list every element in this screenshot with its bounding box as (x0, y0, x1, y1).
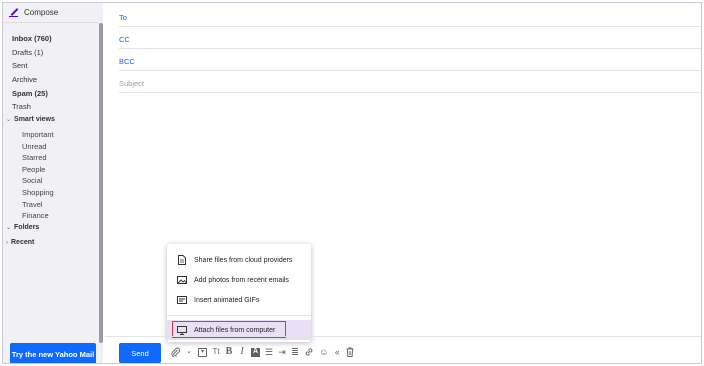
computer-icon (177, 325, 187, 335)
bcc-field[interactable]: BCC (119, 49, 701, 71)
subject-input[interactable] (149, 75, 689, 89)
sidebar-scrollbar[interactable] (99, 23, 103, 343)
indent-icon[interactable]: ⇥ (278, 346, 286, 358)
try-new-yahoo-mail-button[interactable]: Try the new Yahoo Mail (10, 343, 96, 363)
smart-view-social[interactable]: Social (22, 175, 54, 187)
cc-field[interactable]: CC (119, 27, 701, 49)
italic-icon[interactable]: I (238, 346, 246, 358)
folder-spam[interactable]: Spam (25) (12, 87, 52, 101)
toolbar-divider (105, 336, 701, 337)
folders-label: Folders (14, 224, 40, 231)
attach-from-computer-item[interactable]: Attach files from computer (167, 320, 311, 340)
collapse-icon[interactable]: « (333, 346, 341, 358)
compose-pen-icon (9, 8, 18, 17)
mail-window: Compose Inbox (760) Drafts (1) Sent Arch… (2, 2, 702, 364)
smart-view-finance[interactable]: Finance (22, 210, 54, 222)
align-icon[interactable]: ≣ (291, 346, 299, 358)
folder-inbox[interactable]: Inbox (760) (12, 32, 52, 46)
recent-toggle[interactable]: › Recent (6, 239, 34, 246)
chevron-right-icon: › (6, 239, 8, 246)
recent-label: Recent (11, 239, 35, 246)
send-button[interactable]: Send (119, 343, 161, 363)
insert-image-icon[interactable]: ▾ (198, 347, 207, 357)
share-cloud-files-item[interactable]: Share files from cloud providers (167, 250, 311, 270)
cloud-file-icon (177, 255, 187, 265)
chevron-down-icon: ⌄ (6, 117, 12, 123)
smart-views-toggle[interactable]: ⌄ Smart views (6, 116, 55, 123)
cc-input[interactable] (149, 31, 689, 45)
sidebar-divider (3, 22, 99, 23)
attach-dropdown-icon[interactable]: ⌄ (185, 346, 193, 358)
subject-field[interactable]: Subject (119, 71, 701, 93)
smart-view-important[interactable]: Important (22, 129, 54, 141)
bulleted-list-icon[interactable]: ☰ (265, 346, 273, 358)
smart-view-shopping[interactable]: Shopping (22, 187, 54, 199)
smart-views-label: Smart views (14, 116, 55, 123)
gif-icon (177, 296, 187, 305)
to-label: To (119, 13, 127, 22)
folder-drafts[interactable]: Drafts (1) (12, 46, 52, 60)
to-field[interactable]: To (119, 5, 701, 27)
smart-view-unread[interactable]: Unread (22, 141, 54, 153)
font-size-icon[interactable]: Tt (212, 346, 220, 358)
photo-icon (177, 276, 187, 285)
format-toolbar: ⌄ ▾ Tt B I A ☰ ⇥ ≣ ☺ « (171, 346, 354, 358)
to-input[interactable] (149, 9, 689, 23)
folder-sent[interactable]: Sent (12, 59, 52, 73)
emoji-icon[interactable]: ☺ (319, 346, 328, 358)
trash-icon[interactable] (346, 346, 354, 358)
bcc-label: BCC (119, 57, 135, 66)
attach-icon[interactable] (171, 346, 180, 358)
cc-label: CC (119, 35, 130, 44)
add-recent-photos-item[interactable]: Add photos from recent emails (167, 270, 311, 290)
bold-icon[interactable]: B (225, 346, 233, 358)
folder-list: Inbox (760) Drafts (1) Sent Archive Spam… (12, 32, 52, 114)
folders-toggle[interactable]: ⌄ Folders (6, 224, 39, 231)
smart-view-people[interactable]: People (22, 164, 54, 176)
compose-button[interactable]: Compose (9, 8, 58, 17)
folder-archive[interactable]: Archive (12, 73, 52, 87)
attach-menu: Share files from cloud providers Add pho… (167, 244, 311, 342)
smart-view-starred[interactable]: Starred (22, 152, 54, 164)
text-color-icon[interactable]: A (251, 347, 260, 357)
sidebar: Compose Inbox (760) Drafts (1) Sent Arch… (3, 3, 103, 363)
folder-trash[interactable]: Trash (12, 100, 52, 114)
insert-gifs-item[interactable]: Insert animated GIFs (167, 290, 311, 310)
smart-views-list: Important Unread Starred People Social S… (22, 129, 54, 222)
menu-divider (167, 315, 311, 316)
bcc-input[interactable] (149, 53, 689, 67)
subject-label: Subject (119, 79, 145, 88)
smart-view-travel[interactable]: Travel (22, 199, 54, 211)
chevron-down-icon: ⌄ (6, 225, 12, 231)
link-icon[interactable] (304, 346, 314, 358)
compose-label: Compose (24, 8, 59, 17)
